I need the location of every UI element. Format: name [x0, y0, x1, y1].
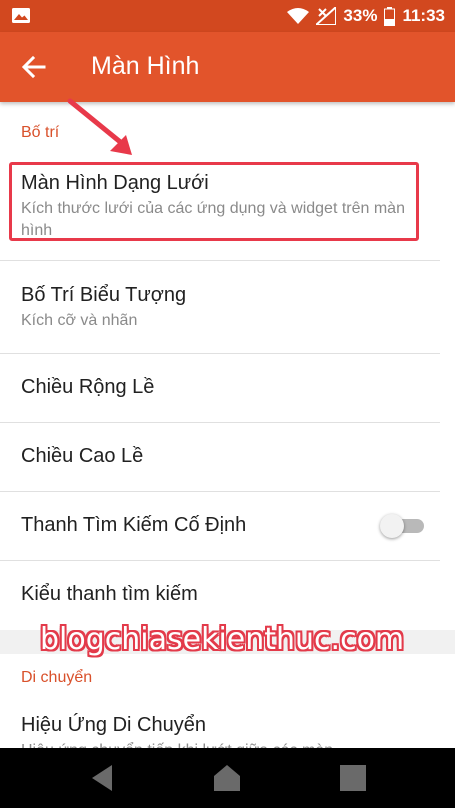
- wifi-icon: [287, 8, 310, 24]
- app-bar: Màn Hình: [0, 32, 455, 102]
- pref-icon-layout-title: Bố Trí Biểu Tượng: [21, 284, 187, 306]
- pref-margin-height-title: Chiều Cao Lề: [21, 445, 144, 467]
- pref-icon-layout-summary: Kích cỡ và nhãn: [21, 312, 138, 329]
- pref-move-effect-summary: Hiệu ứng chuyển tiếp khi lướt giữa các m…: [21, 740, 411, 748]
- toggle-thumb: [380, 514, 404, 538]
- pref-search-bar-style[interactable]: Kiểu thanh tìm kiếm: [0, 561, 455, 629]
- pref-move-effect-title: Hiệu Ứng Di Chuyển: [21, 714, 206, 736]
- page-title: Màn Hình: [91, 52, 200, 80]
- pref-fixed-search-title: Thanh Tìm Kiếm Cố Định: [21, 514, 247, 536]
- no-signal-icon: [316, 7, 337, 25]
- pref-move-effect[interactable]: Hiệu Ứng Di Chuyển Hiệu ứng chuyển tiếp …: [0, 700, 455, 748]
- clock: 11:33: [402, 6, 445, 25]
- battery-percent: 33%: [343, 6, 378, 25]
- pref-search-style-title: Kiểu thanh tìm kiếm: [21, 583, 198, 605]
- watermark: blogchiasekienthuc.com: [40, 622, 405, 657]
- home-icon[interactable]: [212, 763, 242, 793]
- pref-icon-layout[interactable]: Bố Trí Biểu Tượng Kích cỡ và nhãn: [0, 261, 455, 353]
- back-triangle-icon[interactable]: [88, 763, 118, 793]
- annotation-arrow-icon: [67, 98, 132, 155]
- battery-icon: [384, 6, 396, 26]
- navigation-bar: [0, 748, 455, 808]
- section-header-movement: Di chuyển: [21, 669, 93, 686]
- arrow-back-icon[interactable]: [20, 53, 48, 81]
- section-header-layout: Bố trí: [21, 124, 60, 141]
- pref-margin-width[interactable]: Chiều Rộng Lề: [0, 354, 455, 422]
- pref-margin-height[interactable]: Chiều Cao Lề: [0, 423, 455, 491]
- recents-icon[interactable]: [338, 763, 368, 793]
- highlight-box: [9, 162, 419, 241]
- image-notification-icon: [12, 8, 30, 23]
- status-bar: 33% 11:33: [0, 0, 455, 32]
- pref-margin-width-title: Chiều Rộng Lề: [21, 376, 155, 398]
- fixed-search-toggle[interactable]: [380, 514, 426, 538]
